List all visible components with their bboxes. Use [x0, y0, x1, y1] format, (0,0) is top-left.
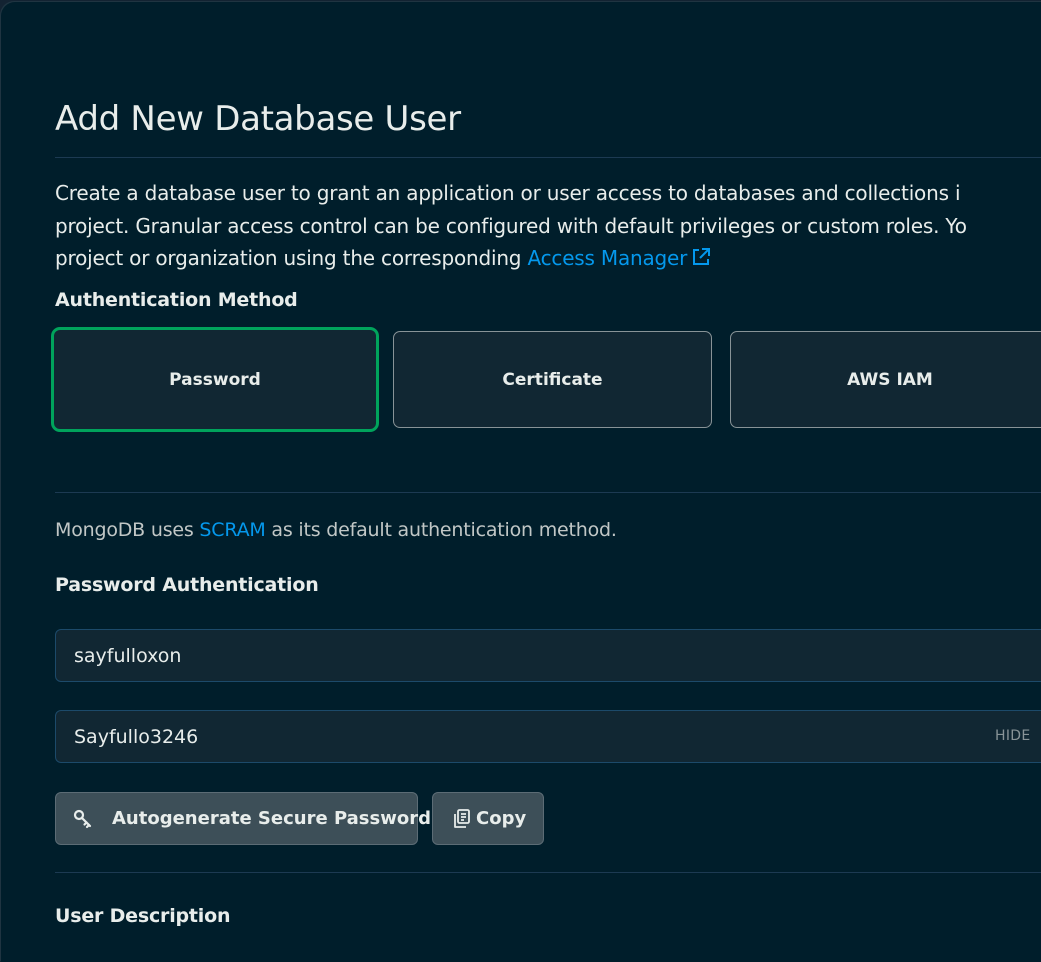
description-line-3: project or organization using the corres…	[55, 242, 1041, 277]
copy-label: Copy	[476, 808, 527, 829]
footer-divider	[55, 872, 1041, 873]
title-divider	[55, 157, 1041, 158]
auth-option-certificate[interactable]: Certificate	[393, 331, 712, 428]
description-line-3-text: project or organization using the corres…	[55, 246, 528, 270]
scram-info-suffix: as its default authentication method.	[265, 519, 617, 541]
hide-password-button[interactable]: HIDE	[995, 728, 1030, 744]
access-manager-link-text[interactable]: Access Manager	[527, 246, 687, 270]
modal-description: Create a database user to grant an appli…	[55, 177, 1041, 277]
section-divider	[55, 492, 1041, 493]
autogenerate-password-button[interactable]: Autogenerate Secure Password	[55, 792, 431, 845]
key-icon	[72, 808, 94, 830]
username-input[interactable]	[55, 629, 1041, 682]
scram-link[interactable]: SCRAM	[199, 519, 265, 541]
auth-option-password-label: Password	[169, 369, 261, 390]
copy-password-button[interactable]: Copy	[432, 792, 544, 845]
access-manager-link[interactable]: Access Manager	[527, 246, 711, 270]
authentication-method-label: Authentication Method	[55, 289, 298, 311]
password-input[interactable]	[55, 710, 1041, 763]
user-description-label: User Description	[55, 905, 231, 927]
auth-option-password[interactable]: Password	[51, 327, 379, 432]
add-database-user-modal: Add New Database User Create a database …	[1, 2, 1041, 962]
auth-option-aws-iam-label: AWS IAM	[847, 369, 933, 390]
password-authentication-label: Password Authentication	[55, 574, 319, 596]
external-link-icon	[691, 244, 711, 277]
description-line-2: project. Granular access control can be …	[55, 213, 967, 238]
auth-option-certificate-label: Certificate	[502, 369, 603, 390]
description-line-1: Create a database user to grant an appli…	[55, 181, 961, 205]
modal-title: Add New Database User	[55, 99, 461, 139]
scram-info-text: MongoDB uses SCRAM as its default authen…	[55, 519, 617, 541]
scram-info-prefix: MongoDB uses	[55, 519, 200, 541]
auth-option-aws-iam[interactable]: AWS IAM	[730, 331, 1041, 428]
autogenerate-password-label: Autogenerate Secure Password	[112, 808, 431, 829]
copy-icon	[451, 808, 473, 830]
